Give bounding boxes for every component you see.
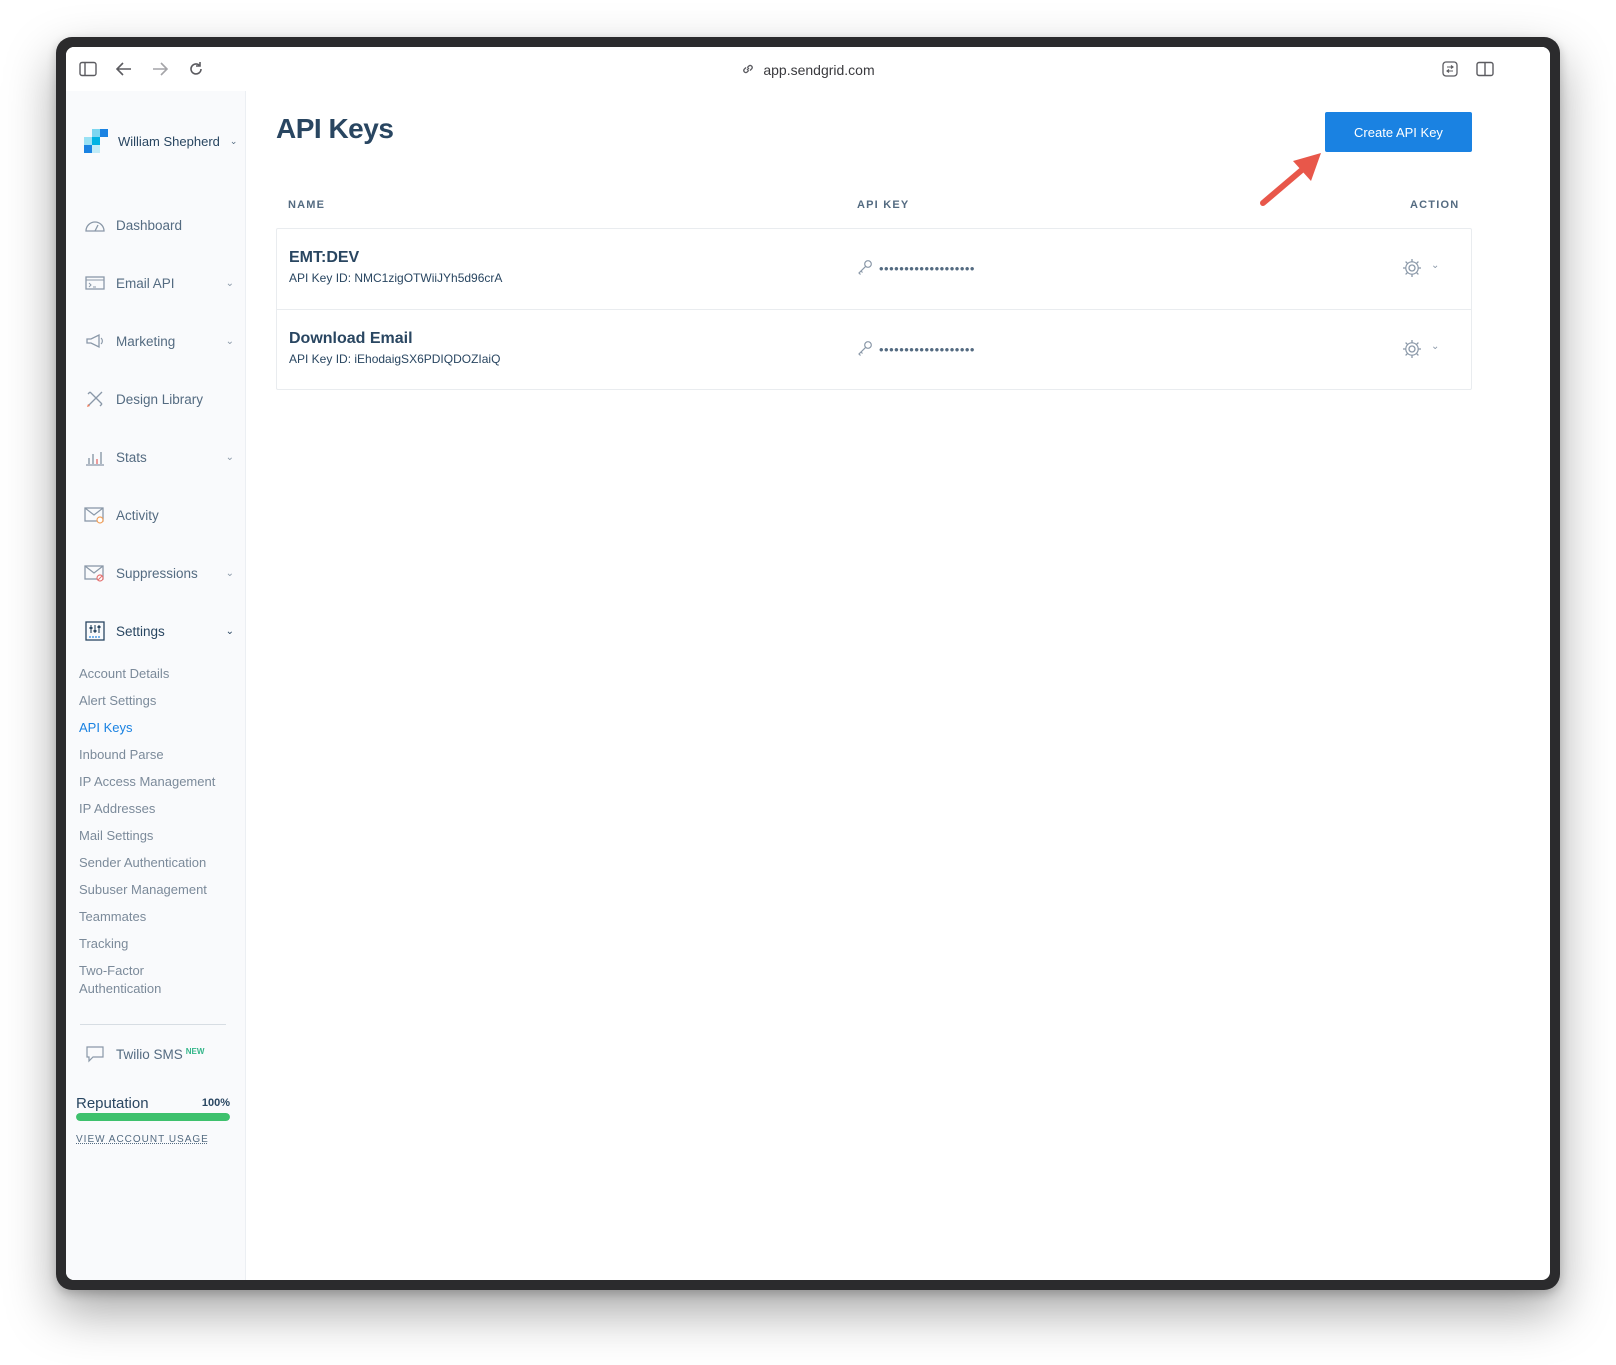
nav-activity[interactable]: Activity: [84, 502, 234, 528]
settings-subuser-management[interactable]: Subuser Management: [79, 881, 207, 899]
nav-stats[interactable]: Stats ⌄: [84, 444, 234, 470]
account-name: William Shepherd: [118, 133, 220, 149]
nav-settings[interactable]: Settings ⌄: [84, 618, 234, 644]
new-badge: NEW: [185, 1046, 205, 1056]
column-header-action: ACTION: [1410, 199, 1460, 211]
api-keys-table: EMT:DEV API Key ID: NMC1zigOTWiiJYh5d96c…: [276, 228, 1472, 390]
settings-account-details[interactable]: Account Details: [79, 665, 169, 683]
table-row: EMT:DEV API Key ID: NMC1zigOTWiiJYh5d96c…: [277, 229, 1471, 309]
design-tools-icon: [84, 388, 106, 410]
sendgrid-logo-icon: [84, 129, 108, 153]
view-account-usage-link[interactable]: VIEW ACCOUNT USAGE: [76, 1134, 209, 1145]
chevron-down-icon: ⌄: [225, 567, 234, 579]
settings-two-factor-authentication[interactable]: Two-Factor Authentication: [79, 962, 189, 998]
settings-api-keys[interactable]: API Keys: [79, 719, 132, 737]
browser-window: app.sendgrid.com William Shepherd ⌄ Dash…: [56, 37, 1560, 1290]
masked-api-key: •••••••••••••••••••: [857, 340, 975, 359]
nav-marketing[interactable]: Marketing ⌄: [84, 328, 234, 354]
extension-icon[interactable]: [1438, 57, 1462, 81]
page-title: API Keys: [276, 113, 394, 144]
browser-viewport: app.sendgrid.com William Shepherd ⌄ Dash…: [66, 47, 1550, 1280]
nav-label: Design Library: [116, 391, 204, 407]
sidebar-divider: [80, 1024, 226, 1025]
chevron-down-icon: ⌄: [225, 625, 234, 637]
chevron-down-icon: ⌄: [225, 277, 234, 289]
nav-label: Activity: [116, 507, 159, 523]
settings-alert-settings[interactable]: Alert Settings: [79, 692, 156, 710]
nav-label: Stats: [116, 449, 147, 465]
main-content: API Keys Create API Key NAME API KEY ACT…: [247, 91, 1550, 1280]
nav-label: Marketing: [116, 333, 176, 349]
nav-design-library[interactable]: Design Library: [84, 386, 234, 412]
masked-key-text: •••••••••••••••••••: [879, 261, 975, 276]
reputation-bar-fill: [76, 1113, 230, 1121]
settings-mail-settings[interactable]: Mail Settings: [79, 827, 153, 845]
account-switcher[interactable]: William Shepherd ⌄: [84, 129, 237, 153]
address-bar[interactable]: app.sendgrid.com: [66, 59, 1550, 81]
stats-chart-icon: [84, 446, 106, 468]
dashboard-gauge-icon: [84, 214, 106, 236]
chevron-down-icon[interactable]: ⌄: [1431, 341, 1439, 352]
suppressions-envelope-icon: [84, 562, 106, 584]
settings-teammates[interactable]: Teammates: [79, 908, 146, 926]
chevron-down-icon: ⌄: [229, 135, 238, 146]
gear-icon[interactable]: [1401, 338, 1423, 360]
settings-sliders-icon: [84, 620, 106, 642]
nav-label: Dashboard: [116, 217, 183, 233]
settings-sender-authentication[interactable]: Sender Authentication: [79, 854, 206, 872]
table-row: Download Email API Key ID: iEhodaigSX6PD…: [277, 309, 1471, 389]
nav-label: Suppressions: [116, 565, 198, 581]
gear-icon[interactable]: [1401, 257, 1423, 279]
chevron-down-icon: ⌄: [225, 335, 234, 347]
settings-tracking[interactable]: Tracking: [79, 935, 128, 953]
masked-key-text: •••••••••••••••••••: [879, 342, 975, 357]
sidebar: William Shepherd ⌄ Dashboard Email API ⌄: [66, 91, 246, 1280]
settings-ip-access-management[interactable]: IP Access Management: [79, 773, 215, 791]
reputation-label: Reputation: [76, 1095, 149, 1112]
twilio-sms-label: Twilio SMS: [116, 1046, 183, 1062]
chevron-down-icon: ⌄: [225, 451, 234, 463]
nav-label: Settings: [116, 623, 165, 639]
nav-label: Email API: [116, 275, 175, 291]
url-text: app.sendgrid.com: [763, 62, 875, 78]
key-icon: [857, 259, 873, 278]
nav-email-api[interactable]: Email API ⌄: [84, 270, 234, 296]
settings-inbound-parse[interactable]: Inbound Parse: [79, 746, 164, 764]
nav-suppressions[interactable]: Suppressions ⌄: [84, 560, 234, 586]
key-name[interactable]: EMT:DEV: [289, 249, 359, 267]
column-header-api-key: API KEY: [857, 199, 910, 211]
masked-api-key: •••••••••••••••••••: [857, 259, 975, 278]
settings-ip-addresses[interactable]: IP Addresses: [79, 800, 155, 818]
activity-envelope-icon: [84, 504, 106, 526]
key-id: API Key ID: NMC1zigOTWiiJYh5d96crA: [289, 271, 503, 285]
key-id: API Key ID: iEhodaigSX6PDIQDOZIaiQ: [289, 352, 501, 366]
browser-toolbar: app.sendgrid.com: [66, 47, 1550, 91]
reputation-value: 100%: [201, 1097, 230, 1109]
link-icon: [741, 62, 755, 79]
nav-twilio-sms[interactable]: Twilio SMS NEW: [84, 1041, 234, 1067]
nav-dashboard[interactable]: Dashboard: [84, 212, 234, 238]
chevron-down-icon[interactable]: ⌄: [1431, 260, 1439, 271]
email-api-icon: [84, 272, 106, 294]
create-api-key-button[interactable]: Create API Key: [1325, 112, 1472, 152]
megaphone-icon: [84, 330, 106, 352]
chat-bubble-icon: [84, 1043, 106, 1065]
key-name[interactable]: Download Email: [289, 330, 413, 348]
key-icon: [857, 340, 873, 359]
annotation-arrow-icon: [1260, 153, 1321, 206]
column-header-name: NAME: [288, 199, 326, 211]
split-view-icon[interactable]: [1473, 57, 1497, 81]
reputation-bar: [76, 1113, 230, 1121]
